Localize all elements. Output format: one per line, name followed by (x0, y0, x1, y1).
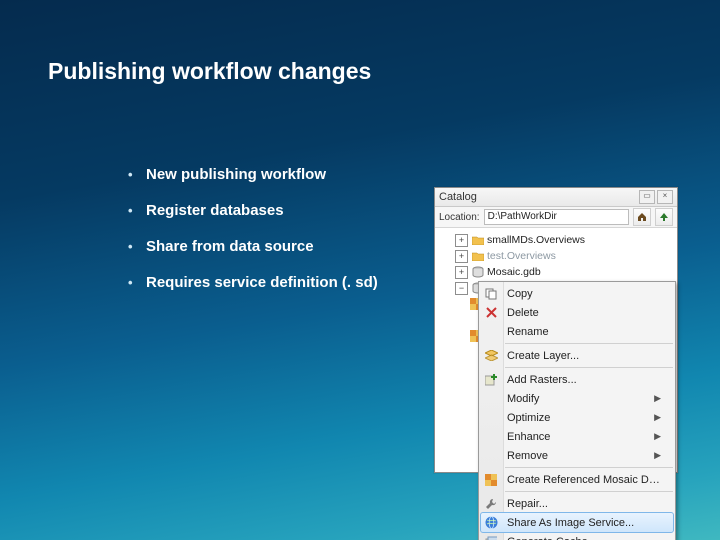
menu-separator (505, 343, 673, 344)
submenu-arrow-icon: ▶ (654, 450, 661, 461)
menu-item-remove[interactable]: Remove ▶ (479, 446, 675, 465)
menu-item-enhance[interactable]: Enhance ▶ (479, 427, 675, 446)
expand-toggle[interactable]: − (455, 282, 468, 295)
up-arrow-icon (659, 212, 669, 222)
menu-label: Delete (507, 307, 661, 319)
expand-toggle[interactable]: + (455, 250, 468, 263)
add-icon (483, 372, 499, 388)
menu-item-rename[interactable]: Rename (479, 322, 675, 341)
cache-icon (483, 534, 499, 540)
slide-title: Publishing workflow changes (48, 58, 371, 85)
menu-item-generate-cache[interactable]: Generate Cache... (479, 532, 675, 540)
bullet-item: Requires service definition (. sd) (128, 275, 378, 290)
menu-label: Enhance (507, 431, 648, 443)
menu-label: Modify (507, 393, 648, 405)
globe-icon (483, 515, 499, 531)
bullet-text: Register databases (146, 202, 284, 219)
bullet-list: New publishing workflow Register databas… (88, 167, 378, 311)
menu-label: Repair... (507, 498, 661, 510)
menu-separator (505, 367, 673, 368)
layer-icon (483, 348, 499, 364)
wrench-icon (483, 496, 499, 512)
catalog-title-label: Catalog (439, 191, 477, 203)
mosaic-icon (483, 472, 499, 488)
submenu-arrow-icon: ▶ (654, 393, 661, 404)
menu-item-add-rasters[interactable]: Add Rasters... (479, 370, 675, 389)
menu-items: Copy Delete Rename Create Layer... Add R… (479, 282, 675, 540)
menu-label: Remove (507, 450, 648, 462)
menu-item-share-image-service[interactable]: Share As Image Service... (481, 513, 673, 532)
catalog-titlebar: Catalog ▭ × (435, 188, 677, 207)
bullet-item: New publishing workflow (128, 167, 378, 182)
bullet-item: Register databases (128, 203, 378, 218)
home-icon (637, 212, 647, 222)
menu-item-optimize[interactable]: Optimize ▶ (479, 408, 675, 427)
menu-label: Generate Cache... (507, 536, 661, 540)
tree-label: Mosaic.gdb (487, 266, 541, 278)
menu-label: Create Referenced Mosaic Dataset... (507, 474, 661, 486)
menu-label: Share As Image Service... (507, 517, 659, 529)
menu-label: Add Rasters... (507, 374, 661, 386)
location-value: D:\PathWorkDir (488, 211, 557, 222)
menu-item-delete[interactable]: Delete (479, 303, 675, 322)
submenu-arrow-icon: ▶ (654, 412, 661, 423)
context-menu: Copy Delete Rename Create Layer... Add R… (478, 281, 676, 540)
menu-item-repair[interactable]: Repair... (479, 494, 675, 513)
geodatabase-icon (471, 266, 484, 278)
menu-label: Rename (507, 326, 661, 338)
submenu-arrow-icon: ▶ (654, 431, 661, 442)
tree-row[interactable]: + Mosaic.gdb (441, 264, 675, 280)
menu-separator (505, 467, 673, 468)
home-button[interactable] (633, 208, 651, 226)
folder-icon (471, 234, 484, 246)
delete-icon (483, 305, 499, 321)
menu-item-create-referenced[interactable]: Create Referenced Mosaic Dataset... (479, 470, 675, 489)
close-button[interactable]: × (657, 190, 673, 204)
copy-icon (483, 286, 499, 302)
catalog-toolbar: Location: D:\PathWorkDir (435, 207, 677, 228)
bullet-text: Share from data source (146, 238, 314, 255)
tree-label: test.Overviews (487, 250, 556, 262)
up-button[interactable] (655, 208, 673, 226)
expand-toggle[interactable]: + (455, 234, 468, 247)
bullet-text: New publishing workflow (146, 166, 326, 183)
slide: Publishing workflow changes New publishi… (0, 0, 720, 540)
expand-toggle[interactable]: + (455, 266, 468, 279)
menu-item-create-layer[interactable]: Create Layer... (479, 346, 675, 365)
menu-label: Create Layer... (507, 350, 661, 362)
menu-label: Copy (507, 288, 661, 300)
menu-separator (505, 491, 673, 492)
tree-row[interactable]: + smallMDs.Overviews (441, 232, 675, 248)
tree-row[interactable]: + test.Overviews (441, 248, 675, 264)
location-label: Location: (439, 212, 480, 223)
menu-item-copy[interactable]: Copy (479, 284, 675, 303)
autohide-button[interactable]: ▭ (639, 190, 655, 204)
bullet-text: Requires service definition (. sd) (146, 274, 378, 291)
menu-label: Optimize (507, 412, 648, 424)
folder-icon (471, 250, 484, 262)
bullet-item: Share from data source (128, 239, 378, 254)
tree-label: smallMDs.Overviews (487, 234, 585, 246)
menu-item-modify[interactable]: Modify ▶ (479, 389, 675, 408)
location-field[interactable]: D:\PathWorkDir (484, 209, 629, 225)
